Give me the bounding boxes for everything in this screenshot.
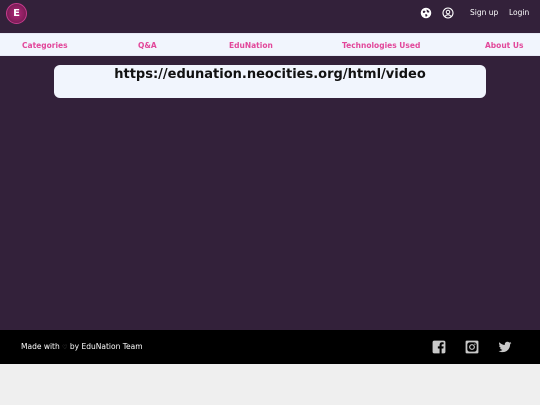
nav-item-categories[interactable]: Categories [22,34,68,57]
top-header: E Sign up Login [0,0,540,33]
main-content: https://edunation.neocities.org/html/vid… [0,56,540,330]
logo-letter: E [13,7,20,19]
nav-item-about-us[interactable]: About Us [485,34,523,57]
footer-credit: Made with ♡ by EduNation Team [21,330,143,364]
user-circle-icon[interactable] [442,7,454,19]
facebook-icon[interactable] [432,340,446,354]
edunation-logo[interactable]: E [6,3,27,24]
url-text: https://edunation.neocities.org/html/vid… [114,67,426,82]
by-team-text: by EduNation Team [69,342,143,351]
made-with-text: Made with [21,342,60,351]
nav-item-technologies[interactable]: Technologies Used [342,34,420,57]
nav-item-qa[interactable]: Q&A [138,34,157,57]
nav-item-edunation[interactable]: EduNation [229,34,273,57]
url-display-box: https://edunation.neocities.org/html/vid… [54,65,486,98]
login-link[interactable]: Login [509,7,529,19]
main-nav: Categories Q&A EduNation Technologies Us… [0,33,540,56]
heart-icon: ♡ [62,344,68,351]
globe-icon[interactable] [420,7,432,19]
twitter-icon[interactable] [498,340,512,354]
footer: Made with ♡ by EduNation Team [0,330,540,364]
instagram-icon[interactable] [465,340,479,354]
signup-link[interactable]: Sign up [470,7,498,19]
